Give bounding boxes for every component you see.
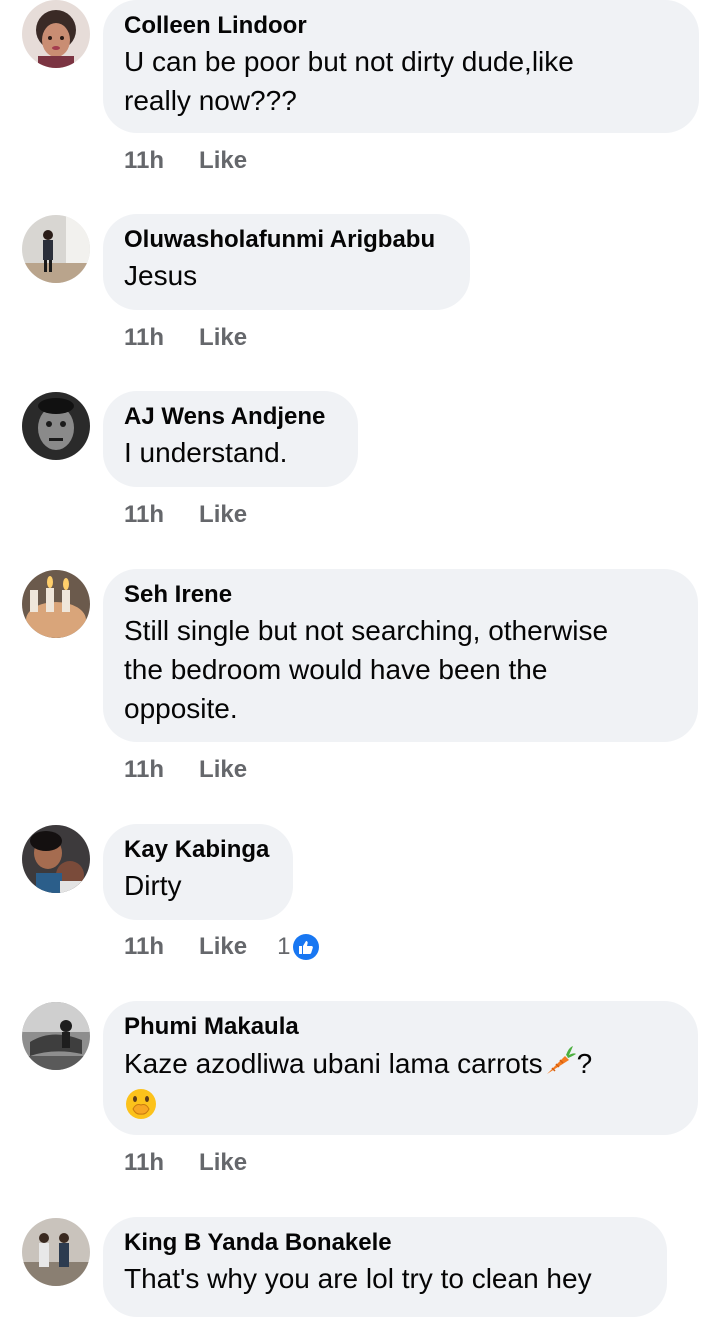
comment-meta: 11h Like	[124, 1148, 277, 1178]
like-button[interactable]: Like	[199, 756, 247, 784]
comment-text-span: ?	[576, 1048, 593, 1079]
comment-bubble[interactable]: Kay Kabinga Dirty	[103, 824, 293, 920]
comment-meta: 11h Like	[124, 755, 277, 785]
comment-bubble[interactable]: AJ Wens Andjene I understand.	[103, 391, 358, 487]
comment-text: U can be poor but not dirty dude,like re…	[124, 42, 679, 120]
comment-bubble[interactable]: Phumi Makaula Kaze azodliwa ubani lama c…	[103, 1001, 698, 1135]
comment-bubble[interactable]: Oluwasholafunmi Arigbabu Jesus	[103, 214, 470, 310]
comment-bubble[interactable]: King B Yanda Bonakele That's why you are…	[103, 1217, 667, 1317]
avatar[interactable]	[22, 825, 90, 893]
comment-text: I understand.	[124, 433, 338, 472]
comment-author[interactable]: Colleen Lindoor	[124, 10, 679, 42]
comment-bubble[interactable]: Seh Irene Still single but not searching…	[103, 569, 698, 742]
avatar[interactable]	[22, 0, 90, 68]
reaction-summary[interactable]: 1	[277, 933, 320, 961]
comment-text-line: Jesus	[124, 260, 198, 291]
comment-text-line: I understand.	[124, 437, 288, 468]
comment-text: Kaze azodliwa ubani lama carrots?	[124, 1043, 678, 1131]
avatar[interactable]	[22, 392, 90, 460]
like-button[interactable]: Like	[199, 324, 247, 352]
comment-text: Dirty	[124, 866, 273, 905]
comment-meta: 11h Like 1	[124, 932, 320, 962]
avatar[interactable]	[22, 570, 90, 638]
comment-author[interactable]: Kay Kabinga	[124, 834, 273, 866]
avatar[interactable]	[22, 1218, 90, 1286]
comment-author[interactable]: Seh Irene	[124, 579, 678, 611]
comment-text-span: Kaze azodliwa ubani lama carrots	[124, 1048, 543, 1079]
thumbs-up-icon	[293, 934, 320, 960]
comment-text-line: Dirty	[124, 870, 182, 901]
comment-time[interactable]: 11h	[124, 501, 164, 529]
comment-text: Still single but not searching, otherwis…	[124, 611, 678, 728]
comment-author[interactable]: AJ Wens Andjene	[124, 401, 338, 433]
comment-author[interactable]: Oluwasholafunmi Arigbabu	[124, 224, 450, 256]
comment-time[interactable]: 11h	[124, 933, 164, 961]
comment-meta: 11h Like	[124, 323, 277, 353]
comment-text-line: the bedroom would have been the	[124, 654, 548, 685]
comment-text: Jesus	[124, 256, 450, 295]
comment-meta: 11h Like	[124, 146, 277, 176]
comment-meta: 11h Like	[124, 500, 277, 530]
like-button[interactable]: Like	[199, 933, 247, 961]
like-button[interactable]: Like	[199, 147, 247, 175]
comment-time[interactable]: 11h	[124, 756, 164, 784]
reaction-count: 1	[277, 933, 291, 960]
carrot-emoji	[543, 1043, 577, 1087]
hand-over-mouth-emoji	[124, 1087, 158, 1131]
comment-text-line: opposite.	[124, 693, 238, 724]
like-button[interactable]: Like	[199, 501, 247, 529]
comment-text-line: Kaze azodliwa ubani lama carrots?	[124, 1043, 678, 1087]
comment-text: That's why you are lol try to clean hey	[124, 1259, 647, 1298]
comment-text-line: Still single but not searching, otherwis…	[124, 615, 609, 646]
comment-author[interactable]: King B Yanda Bonakele	[124, 1227, 647, 1259]
comment-text-line: really now???	[124, 85, 297, 116]
comment-time[interactable]: 11h	[124, 147, 164, 175]
comment-time[interactable]: 11h	[124, 1149, 164, 1177]
comment-text-line: U can be poor but not dirty dude,like	[124, 46, 574, 77]
comment-text-line	[124, 1087, 678, 1131]
avatar[interactable]	[22, 1002, 90, 1070]
comment-author[interactable]: Phumi Makaula	[124, 1011, 678, 1043]
comment-time[interactable]: 11h	[124, 324, 164, 352]
comment-bubble[interactable]: Colleen Lindoor U can be poor but not di…	[103, 0, 699, 133]
comment-text-line: That's why you are lol try to clean hey	[124, 1263, 592, 1294]
like-button[interactable]: Like	[199, 1149, 247, 1177]
avatar[interactable]	[22, 215, 90, 283]
